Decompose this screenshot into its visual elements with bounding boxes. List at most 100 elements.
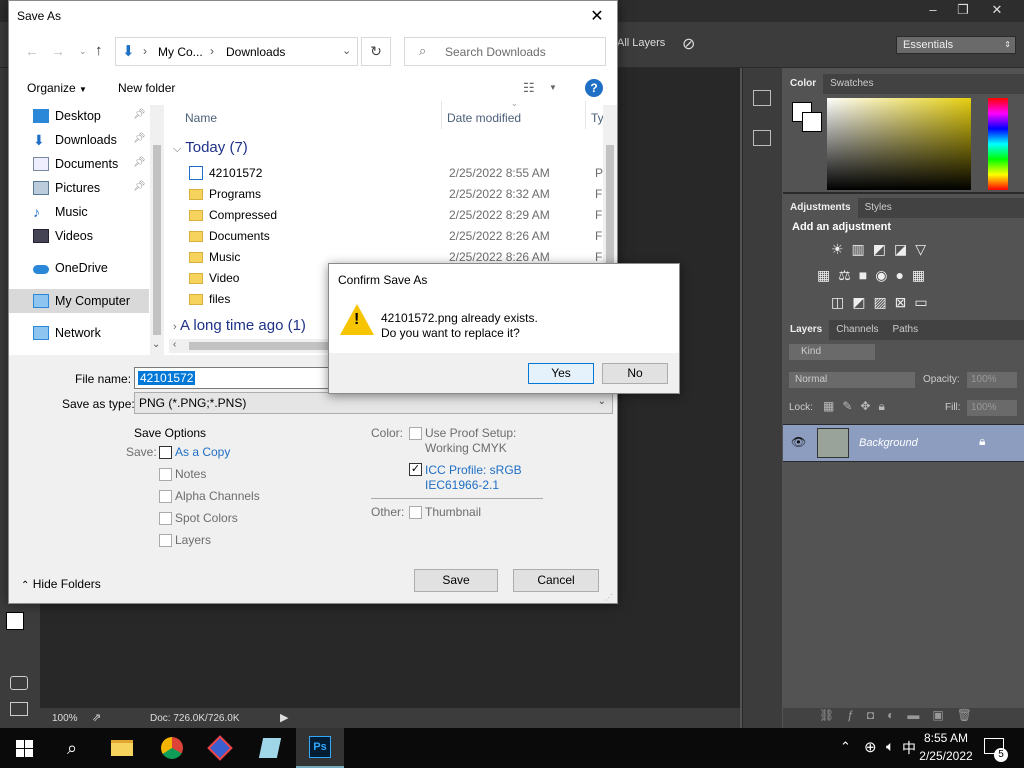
layers-checkbox[interactable] bbox=[159, 534, 172, 547]
search-input[interactable]: ⌕ Search Downloads bbox=[404, 37, 606, 66]
restore-icon[interactable]: ❐ bbox=[946, 0, 980, 20]
start-button[interactable] bbox=[0, 728, 48, 768]
properties-icon[interactable] bbox=[753, 130, 771, 146]
layer-row-background[interactable]: 👁︎ Background 🔒︎ bbox=[783, 424, 1024, 462]
status-menu-arrow-icon[interactable]: ▶ bbox=[280, 711, 288, 724]
fill-input[interactable]: 100% bbox=[967, 400, 1017, 416]
spot-colors-checkbox[interactable] bbox=[159, 512, 172, 525]
network-globe-icon[interactable]: ⊕ bbox=[864, 738, 877, 756]
minimize-icon[interactable]: – bbox=[916, 0, 950, 20]
column-divider[interactable] bbox=[441, 101, 442, 129]
file-row[interactable]: Documents 2/25/2022 8:26 AM Fi bbox=[187, 226, 607, 247]
tab-paths[interactable]: Paths bbox=[886, 320, 926, 340]
history-icon[interactable] bbox=[753, 90, 771, 106]
thumbnail-checkbox[interactable] bbox=[409, 506, 422, 519]
resize-grip-icon[interactable]: ⋰ bbox=[605, 593, 613, 602]
adjustment-icons-row1[interactable]: ☀▥◩◪▽ bbox=[831, 241, 934, 258]
file-row[interactable]: 42101572 2/25/2022 8:55 AM PI bbox=[187, 163, 607, 184]
tray-chevron-icon[interactable]: ⌃ bbox=[840, 739, 851, 755]
sidebar-item-music[interactable]: ♪ Music bbox=[33, 201, 88, 223]
kind-filter[interactable]: Kind bbox=[789, 344, 875, 360]
help-icon[interactable]: ? bbox=[585, 79, 603, 97]
tab-styles[interactable]: Styles bbox=[858, 198, 899, 218]
breadcrumb-my-computer[interactable]: My Co... bbox=[158, 45, 203, 59]
column-divider[interactable] bbox=[585, 101, 586, 129]
column-header-date[interactable]: Date modified bbox=[447, 111, 521, 125]
tab-color[interactable]: Color bbox=[783, 74, 824, 94]
opacity-input[interactable]: 100% bbox=[967, 372, 1017, 388]
as-a-copy-label[interactable]: As a Copy bbox=[175, 445, 230, 459]
layer-name[interactable]: Background bbox=[859, 437, 918, 449]
screen-mode-icon[interactable] bbox=[10, 702, 28, 716]
notes-app-icon[interactable] bbox=[246, 728, 294, 768]
layers-footer-icons[interactable]: ⛓ƒ◘◐▬▣🗑︎ bbox=[783, 708, 1024, 728]
refresh-icon[interactable]: ↻ bbox=[361, 37, 391, 66]
hscroll-thumb[interactable] bbox=[189, 342, 339, 350]
sidebar-item-my-computer[interactable]: My Computer bbox=[33, 290, 130, 312]
sidebar-item-onedrive[interactable]: OneDrive bbox=[33, 257, 108, 279]
use-proof-checkbox[interactable] bbox=[409, 427, 422, 440]
new-folder-button[interactable]: New folder bbox=[118, 81, 175, 95]
scroll-left-icon[interactable]: ‹ bbox=[173, 339, 176, 350]
tab-channels[interactable]: Channels bbox=[829, 320, 885, 340]
save-button[interactable]: Save bbox=[414, 569, 498, 592]
breadcrumb-downloads[interactable]: Downloads bbox=[226, 45, 285, 59]
close-icon[interactable]: ✕ bbox=[577, 1, 617, 32]
column-header-name[interactable]: Name bbox=[185, 111, 217, 125]
cancel-button[interactable]: Cancel bbox=[513, 569, 599, 592]
sidebar-item-videos[interactable]: Videos bbox=[33, 225, 93, 247]
volume-icon[interactable]: 🔈︎ bbox=[886, 738, 894, 755]
file-list-hscroll[interactable]: ‹ bbox=[169, 339, 339, 353]
no-button[interactable]: No bbox=[602, 363, 668, 384]
lock-icons[interactable]: ▦✎✥🔒︎ bbox=[823, 399, 893, 414]
sidebar-item-pictures[interactable]: Pictures bbox=[33, 177, 100, 199]
icc-profile-checkbox[interactable]: ✓ bbox=[409, 463, 422, 476]
visibility-eye-icon[interactable]: 👁︎ bbox=[791, 435, 806, 449]
workspace-select[interactable]: Essentials ⇕ bbox=[896, 36, 1016, 54]
clock-time[interactable]: 8:55 AM bbox=[916, 731, 976, 745]
file-name-field[interactable]: 42101572 bbox=[134, 367, 334, 389]
color-field[interactable] bbox=[827, 98, 971, 190]
view-options-icon[interactable]: ☷ bbox=[523, 80, 535, 96]
file-row[interactable]: Compressed 2/25/2022 8:29 AM Fi bbox=[187, 205, 607, 226]
zoom-level[interactable]: 100% bbox=[52, 713, 78, 724]
group-header-older[interactable]: › A long time ago (1) bbox=[173, 317, 306, 334]
blend-mode-select[interactable]: Normal bbox=[789, 372, 915, 388]
up-arrow-icon[interactable]: ↑ bbox=[95, 42, 103, 59]
all-layers-label[interactable]: All Layers bbox=[617, 37, 665, 49]
address-bar[interactable]: ⬇ › My Co... › Downloads ⌄ bbox=[115, 37, 358, 66]
recent-chevron-icon[interactable]: ⌄ bbox=[79, 46, 87, 57]
column-header-type[interactable]: Ty bbox=[591, 111, 604, 125]
sidebar-item-network[interactable]: Network bbox=[33, 322, 101, 344]
sidebar-item-downloads[interactable]: ⬇ Downloads bbox=[33, 129, 117, 151]
share-icon[interactable]: ⇗ bbox=[92, 711, 101, 724]
clock-date[interactable]: 2/25/2022 bbox=[912, 749, 980, 763]
save-type-select[interactable]: PNG (*.PNG;*.PNS) ⌄ bbox=[134, 392, 613, 414]
sidebar-scrollbar[interactable]: ⌄ bbox=[150, 105, 164, 355]
scroll-down-icon[interactable]: ⌄ bbox=[152, 339, 160, 350]
as-a-copy-checkbox[interactable] bbox=[159, 446, 172, 459]
adjustment-icons-row3[interactable]: ◫◩▨⊠▭ bbox=[831, 294, 936, 311]
hue-slider[interactable] bbox=[988, 98, 1008, 190]
tab-layers[interactable]: Layers bbox=[783, 320, 830, 340]
adjustment-icons-row2[interactable]: ▦⚖■◉●▦ bbox=[817, 267, 933, 284]
3d-app-icon[interactable] bbox=[196, 728, 244, 768]
notes-checkbox[interactable] bbox=[159, 468, 172, 481]
forward-arrow-icon[interactable]: → bbox=[51, 43, 65, 59]
back-arrow-icon[interactable]: ← bbox=[25, 43, 39, 59]
close-icon[interactable]: ✕ bbox=[980, 0, 1014, 20]
photoshop-taskbar-icon[interactable]: Ps bbox=[296, 728, 344, 768]
address-dropdown-icon[interactable]: ⌄ bbox=[342, 44, 351, 57]
group-header-today[interactable]: ⌵ Today (7) bbox=[173, 139, 248, 156]
file-row[interactable]: Programs 2/25/2022 8:32 AM Fi bbox=[187, 184, 607, 205]
sidebar-scroll-thumb[interactable] bbox=[153, 145, 161, 335]
icc-profile-label[interactable]: ICC Profile: sRGB bbox=[425, 463, 522, 477]
file-explorer-icon[interactable] bbox=[98, 728, 146, 768]
tab-swatches[interactable]: Swatches bbox=[823, 74, 880, 94]
quick-mask-icon[interactable] bbox=[10, 676, 28, 690]
search-icon[interactable]: ⌕ bbox=[48, 728, 96, 768]
bg-swatch[interactable] bbox=[802, 112, 822, 132]
foreground-color-swatch[interactable] bbox=[6, 612, 24, 630]
view-dropdown-icon[interactable]: ▼ bbox=[549, 83, 557, 92]
tab-adjustments[interactable]: Adjustments bbox=[783, 198, 858, 218]
